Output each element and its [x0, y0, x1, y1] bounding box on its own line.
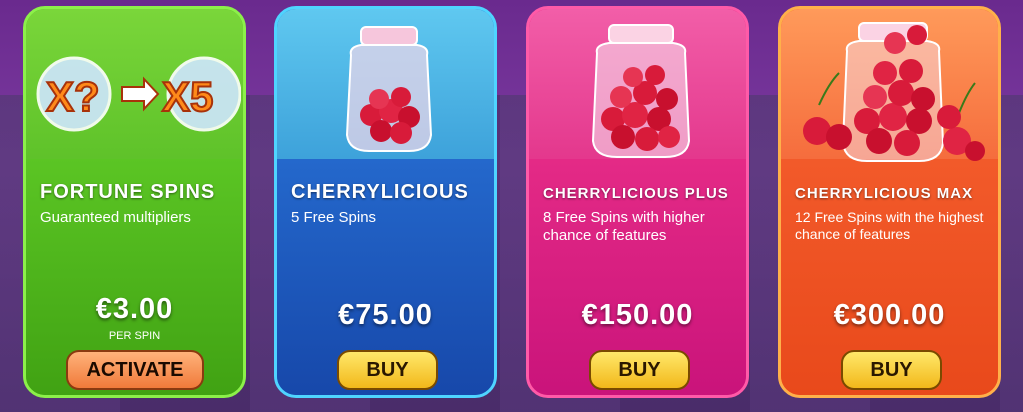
card-price: €150.00 [581, 299, 694, 331]
card-price: €75.00 [338, 299, 433, 331]
card-price: €3.00 [95, 293, 174, 325]
cherry-jar-icon [345, 26, 433, 152]
card-fortune-spins[interactable]: X? X5 FORTUNE SPINS Guaranteed multiplie… [23, 6, 246, 398]
card-title: CHERRYLICIOUS PLUS [543, 185, 729, 202]
card-description: Guaranteed multipliers [40, 209, 191, 226]
buy-button[interactable]: BUY [841, 350, 942, 390]
card-title: CHERRYLICIOUS MAX [795, 185, 974, 202]
cherry-jar-icon [803, 22, 985, 162]
card-cherrylicious[interactable]: CHERRYLICIOUS 5 Free Spins €75.00 BUY [274, 6, 497, 398]
price-note: PER SPIN [108, 330, 161, 342]
badge-from-label: X? [46, 73, 100, 120]
card-cherrylicious-max[interactable]: CHERRYLICIOUS MAX 12 Free Spins with the… [778, 6, 1001, 398]
card-description: 12 Free Spins with the highest chance of… [795, 209, 984, 242]
buy-button[interactable]: BUY [337, 350, 438, 390]
activate-button[interactable]: ACTIVATE [66, 350, 204, 390]
cherry-jar-icon [591, 24, 691, 158]
card-description: 5 Free Spins [291, 209, 377, 226]
card-title: FORTUNE SPINS [40, 181, 216, 203]
card-cherrylicious-plus[interactable]: CHERRYLICIOUS PLUS 8 Free Spins with hig… [526, 6, 749, 398]
buy-button[interactable]: BUY [589, 350, 690, 390]
card-description: 8 Free Spins with higher chance of featu… [543, 209, 705, 244]
card-price: €300.00 [833, 299, 946, 331]
card-title: CHERRYLICIOUS [291, 181, 469, 203]
badge-to-label: X5 [162, 73, 213, 120]
multiplier-badge-icon: X? X5 [36, 56, 241, 132]
